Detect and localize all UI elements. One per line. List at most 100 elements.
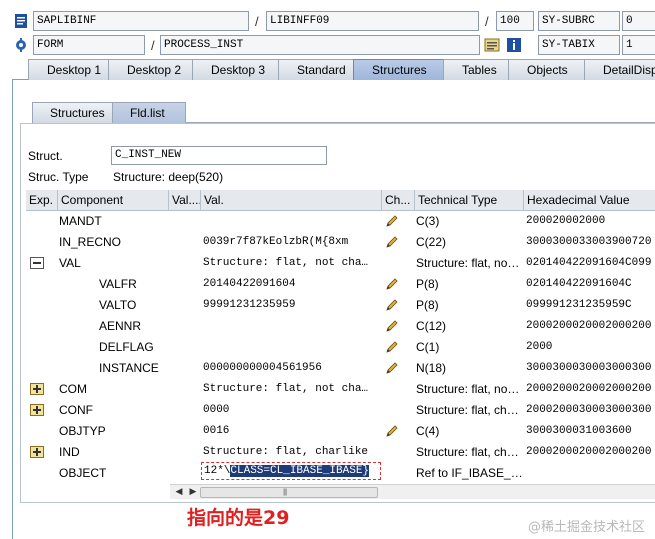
table-row[interactable]: AENNR C(12) 2000200020002000200 xyxy=(26,316,655,337)
value-cell[interactable]: Structure: flat, charlike xyxy=(203,442,381,463)
grid-header: Exp. Component Val.... Val. Ch... Techni… xyxy=(26,190,655,211)
scroll-left-icon[interactable]: ◀ xyxy=(172,486,186,499)
technical-type-cell: Ref to IF_IBASE_… xyxy=(416,466,523,480)
pencil-icon[interactable] xyxy=(385,235,399,249)
table-row[interactable]: VAL Structure: flat, not cha… Structure: f… xyxy=(26,253,655,274)
col-hex-value[interactable]: Hexadecimal Value xyxy=(524,190,655,211)
value-cell[interactable] xyxy=(203,316,381,337)
technical-type-cell: Structure: flat, no… xyxy=(416,256,520,270)
pencil-icon[interactable] xyxy=(385,361,399,375)
tab-objects[interactable]: Objects xyxy=(508,59,596,80)
table-row[interactable]: MANDT C(3) 200020002000 xyxy=(26,211,655,232)
value-cell[interactable]: 99991231235959 xyxy=(203,295,381,316)
display-list-icon[interactable] xyxy=(484,37,500,53)
tab-detail-display[interactable]: DetailDispla xyxy=(584,59,655,80)
object-value-prefix: 12*\ xyxy=(204,465,231,477)
col-component[interactable]: Component xyxy=(58,190,169,211)
line-field[interactable]: 100 xyxy=(496,11,534,31)
pencil-icon[interactable] xyxy=(385,214,399,228)
object-value-selected: CLASS=CL_IBASE_IBASE} xyxy=(230,465,370,477)
value-cell[interactable]: Structure: flat, not cha… xyxy=(203,253,381,274)
sysvar-field-2[interactable]: SY-TABIX xyxy=(538,35,620,55)
tab-structures[interactable]: Structures xyxy=(353,59,454,80)
col-exp[interactable]: Exp. xyxy=(26,190,58,211)
hex-value-cell: 200020002000 xyxy=(526,215,606,227)
value-cell[interactable]: 0016 xyxy=(203,421,381,442)
expand-icon[interactable] xyxy=(30,404,44,416)
table-row[interactable]: DELFLAG C(1) 2000 xyxy=(26,337,655,358)
value-cell[interactable] xyxy=(203,211,381,232)
expand-cell[interactable] xyxy=(26,400,58,421)
hex-value-cell: 3000300031003600 xyxy=(526,425,632,437)
struct-name-input[interactable]: C_INST_NEW xyxy=(111,146,327,165)
component-cell: IND xyxy=(59,445,80,459)
component-cell: COM xyxy=(59,382,87,396)
info-icon[interactable] xyxy=(506,37,522,53)
expand-cell xyxy=(26,232,58,253)
expand-icon[interactable] xyxy=(30,446,44,458)
form-type-field[interactable]: FORM xyxy=(33,35,145,55)
pencil-icon[interactable] xyxy=(385,277,399,291)
sub-tab-bar: Structures Fld.list xyxy=(32,101,655,123)
table-row[interactable]: IND Structure: flat, charlike Structure: f… xyxy=(26,442,655,463)
pencil-icon[interactable] xyxy=(385,319,399,333)
hex-value-cell: 2000200030003000300 xyxy=(526,404,652,416)
value-cell[interactable]: 0000 xyxy=(203,400,381,421)
table-row[interactable]: COM Structure: flat, not cha… Structure: f… xyxy=(26,379,655,400)
value-cell[interactable]: 0039r7f87kEolzbR(M{8xm xyxy=(203,232,381,253)
value-cell[interactable] xyxy=(203,337,381,358)
sysval-field-2[interactable]: 1 xyxy=(622,35,655,55)
col-change[interactable]: Ch... xyxy=(382,190,415,211)
technical-type-cell: P(8) xyxy=(416,298,439,312)
gear-icon xyxy=(16,38,26,52)
subtab-structures[interactable]: Structures xyxy=(32,102,124,123)
tab-desktop-3[interactable]: Desktop 3 xyxy=(192,59,290,80)
col-val[interactable]: Val. xyxy=(201,190,382,211)
col-technical-type[interactable]: Technical Type xyxy=(415,190,524,211)
hex-value-cell: 2000200020002000200 xyxy=(526,446,652,458)
expand-cell xyxy=(26,211,58,232)
component-cell: DELFLAG xyxy=(99,340,154,354)
sysval-field-1[interactable]: 0 xyxy=(622,11,655,31)
component-cell: MANDT xyxy=(59,214,102,228)
value-cell[interactable]: Structure: flat, not cha… xyxy=(203,379,381,400)
expand-cell xyxy=(26,337,58,358)
collapse-icon[interactable] xyxy=(30,257,44,269)
pencil-icon[interactable] xyxy=(385,340,399,354)
table-row[interactable]: VALFR 20140422091604 P(8) 020140422091604C xyxy=(26,274,655,295)
component-cell: VALTO xyxy=(99,298,137,312)
scrollbar-thumb[interactable]: |||| xyxy=(200,487,378,498)
value-cell[interactable]: 20140422091604 xyxy=(203,274,381,295)
component-grid: Exp. Component Val.... Val. Ch... Techni… xyxy=(26,190,655,482)
technical-type-cell: C(12) xyxy=(416,319,447,333)
tab-label: Structures xyxy=(372,63,427,77)
expand-cell[interactable] xyxy=(26,253,58,274)
program-field[interactable]: SAPLIBINF xyxy=(33,11,249,31)
pencil-icon[interactable] xyxy=(385,424,399,438)
subtab-fld-list[interactable]: Fld.list xyxy=(112,102,186,123)
value-cell[interactable]: 000000000004561956 xyxy=(203,358,381,379)
table-row[interactable]: INSTANCE 000000000004561956 N(18) 300030003… xyxy=(26,358,655,379)
hex-value-cell xyxy=(526,463,655,482)
expand-cell[interactable] xyxy=(26,442,58,463)
table-row[interactable]: VALTO 99991231235959 P(8) 099991231235959C xyxy=(26,295,655,316)
horizontal-scrollbar[interactable]: ◀ ▶ |||| xyxy=(170,484,655,499)
hex-value-cell: 2000200020002000200 xyxy=(526,383,652,395)
sysvar-field-1[interactable]: SY-SUBRC xyxy=(538,11,620,31)
tab-label: DetailDispla xyxy=(603,63,655,77)
table-row[interactable]: CONF 0000 Structure: flat, ch… 20002000300… xyxy=(26,400,655,421)
expand-icon[interactable] xyxy=(30,383,44,395)
table-row[interactable]: IN_RECNO 0039r7f87kEolzbR(M{8xm C(22) 30003… xyxy=(26,232,655,253)
table-row[interactable]: OBJTYP 0016 C(4) 3000300031003600 xyxy=(26,421,655,442)
pencil-icon[interactable] xyxy=(385,298,399,312)
hex-value-cell: 2000200020002000200 xyxy=(526,320,652,332)
expand-cell[interactable] xyxy=(26,379,58,400)
tab-label: Objects xyxy=(527,63,568,77)
component-cell: AENNR xyxy=(99,319,142,333)
event-field[interactable]: PROCESS_INST xyxy=(160,35,480,55)
scroll-right-icon[interactable]: ▶ xyxy=(186,486,200,499)
tab-label: Desktop 3 xyxy=(211,63,266,77)
object-value-edit[interactable]: 12*\CLASS=CL_IBASE_IBASE} xyxy=(201,462,381,480)
col-val-short[interactable]: Val.... xyxy=(169,190,201,211)
include-field[interactable]: LIBINFF09 xyxy=(266,11,479,31)
